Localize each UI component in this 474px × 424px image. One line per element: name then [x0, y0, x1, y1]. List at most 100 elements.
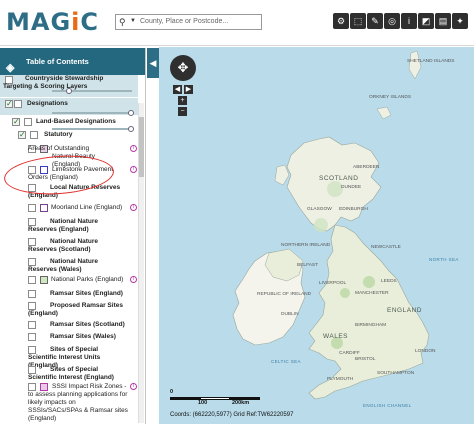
measure-tool-icon[interactable]: ✎: [367, 13, 383, 29]
layer-group-designations[interactable]: Designations: [27, 100, 68, 108]
layer-ramsar-wales[interactable]: Ramsar Sites (Wales): [28, 333, 128, 341]
map-label-republic-of-ireland: REPUBLIC OF IRELAND: [257, 292, 312, 297]
map-label-liverpool: LIVERPOOL: [319, 281, 347, 286]
map-label-shetland: SHETLAND ISLANDS: [407, 59, 455, 64]
toc-header: ◈ Table of Contents: [0, 48, 145, 75]
erase-tool-icon[interactable]: ◩: [418, 13, 434, 29]
layer-nnr-scotland[interactable]: National Nature Reserves (Scotland): [28, 238, 128, 254]
checkbox-land-based[interactable]: [12, 117, 20, 126]
print-tool-icon[interactable]: ▤: [435, 13, 451, 29]
scale-segment: [170, 397, 200, 400]
scale-bar: 0 100 200km: [170, 389, 262, 406]
map-label-plymouth: PLYMOUTH: [327, 377, 354, 382]
opacity-slider-designations[interactable]: [52, 112, 132, 114]
collapse-panel-button[interactable]: ◀: [147, 48, 159, 78]
layer-nnr-wales[interactable]: National Nature Reserves (Wales): [28, 258, 128, 274]
checkbox-designations-2[interactable]: [14, 100, 22, 108]
map-label-birmingham: BIRMINGHAM: [355, 323, 387, 328]
opacity-knob-land-based[interactable]: [128, 126, 134, 132]
info-tool-icon[interactable]: i: [401, 13, 417, 29]
map-label-edinburgh: EDINBURGH: [339, 207, 368, 212]
national-park-area: [340, 288, 350, 298]
checkbox-statutory[interactable]: [18, 130, 26, 139]
national-park-area: [363, 276, 375, 288]
map-label-dundee: DUNDEE: [341, 185, 362, 190]
opacity-slider-stewardship[interactable]: [52, 90, 132, 92]
map-label-celtic-sea: CELTIC SEA: [271, 359, 301, 364]
layer-ramsar-england[interactable]: Ramsar Sites (England): [28, 290, 128, 298]
pan-compass-icon[interactable]: ✥: [170, 55, 196, 81]
info-icon-limestone[interactable]: i: [130, 166, 137, 173]
layer-national-parks[interactable]: National Parks (England): [51, 276, 123, 284]
opacity-slider-land-based[interactable]: [52, 128, 132, 130]
scale-label-200: 200km: [232, 400, 250, 406]
checkbox-statutory-2[interactable]: [30, 131, 38, 139]
checkbox-national-parks[interactable]: [28, 276, 36, 284]
orkney-landmass: [376, 106, 392, 120]
coordinates-readout: Coords: (662220,5977) Grid Ref:TW6222059…: [170, 412, 294, 418]
location-search-input[interactable]: ⚲ ▼ County, Place or Postcode...: [115, 14, 262, 30]
map-label-belfast: BELFAST: [297, 263, 319, 268]
info-icon-national-parks[interactable]: i: [130, 276, 137, 283]
map-label-northern-ireland: NORTHERN IRELAND: [281, 243, 331, 248]
map-label-london: LONDON: [415, 349, 436, 354]
opacity-knob-designations[interactable]: [128, 110, 134, 116]
layer-ramsar-scotland[interactable]: Ramsar Sites (Scotland): [28, 321, 128, 329]
info-icon-aonb[interactable]: i: [130, 145, 137, 152]
checkbox-designations[interactable]: [5, 99, 13, 108]
more-tool-icon[interactable]: ✦: [452, 13, 468, 29]
next-extent-icon[interactable]: ▶: [184, 85, 193, 94]
magic-logo[interactable]: MAGiC: [6, 8, 99, 36]
zoom-in-button[interactable]: +: [178, 96, 187, 105]
top-bar: MAGiC ⚲ ▼ County, Place or Postcode... ⚙…: [0, 0, 474, 46]
table-of-contents-panel: ◈ Table of Contents Countryside Stewards…: [0, 48, 146, 424]
map-label-dublin: DUBLIN: [281, 312, 299, 317]
map-label-english-channel: ENGLISH CHANNEL: [363, 403, 412, 408]
search-dropdown-icon[interactable]: ▼: [130, 18, 136, 24]
layer-moorland[interactable]: Moorland Line (England): [51, 204, 122, 212]
legend-swatch-moorland: [40, 204, 48, 212]
map-canvas: [232, 50, 430, 400]
shetland-landmass: [408, 50, 422, 80]
map-label-wales: WALES: [323, 333, 349, 340]
layer-nnr-england[interactable]: National Nature Reserves (England): [28, 218, 128, 234]
scale-label-0: 0: [170, 389, 174, 395]
layer-proposed-ramsar[interactable]: Proposed Ramsar Sites (England): [28, 302, 128, 318]
map-label-aberdeen: ABERDEEN: [353, 165, 380, 170]
search-placeholder: County, Place or Postcode...: [140, 18, 229, 25]
opacity-knob-stewardship[interactable]: [66, 88, 72, 94]
zoom-out-button[interactable]: −: [178, 107, 187, 116]
map-label-glasgow: GLASGOW: [307, 207, 332, 212]
map-label-north-sea: NORTH SEA: [429, 257, 459, 262]
search-icon[interactable]: ⚲: [119, 17, 126, 28]
layer-group-land-based[interactable]: Land-Based Designations: [36, 118, 116, 126]
checkbox-moorland[interactable]: [28, 204, 36, 212]
info-icon-sssi-irz[interactable]: i: [130, 383, 137, 390]
scale-label-100: 100: [198, 400, 208, 406]
map-label-newcastle: NEWCASTLE: [371, 245, 401, 250]
map-label-cardiff: CARDIFF: [339, 351, 360, 356]
layers-tool-icon[interactable]: ⚙: [333, 13, 349, 29]
map-label-england: ENGLAND: [387, 307, 422, 314]
info-icon-moorland[interactable]: i: [130, 204, 137, 211]
map-label-bristol: BRISTOL: [355, 357, 376, 362]
map-view[interactable]: SHETLAND ISLANDS ORKNEY ISLANDS SCOTLAND…: [159, 47, 474, 424]
toc-scrollbar[interactable]: [138, 103, 144, 423]
layer-sssi-irz[interactable]: SSSI Impact Risk Zones - to assess plann…: [28, 383, 128, 423]
locate-tool-icon[interactable]: ◎: [384, 13, 400, 29]
toc-scrollbar-thumb[interactable]: [139, 117, 144, 177]
toc-title: Table of Contents: [26, 57, 89, 66]
select-tool-icon[interactable]: ⬚: [350, 13, 366, 29]
map-label-orkney: ORKNEY ISLANDS: [369, 95, 412, 100]
layer-group-statutory[interactable]: Statutory: [44, 131, 73, 139]
map-label-scotland: SCOTLAND: [319, 175, 359, 182]
map-label-leeds: LEEDS: [381, 279, 397, 284]
hebrides-landmass: [274, 164, 290, 186]
national-park-area: [314, 218, 328, 232]
map-label-southampton: SOUTHAMPTON: [377, 371, 415, 376]
layer-sssi-england[interactable]: Sites of Special Scientific Interest (En…: [28, 366, 128, 382]
checkbox-land-based-2[interactable]: [24, 118, 32, 126]
prev-extent-icon[interactable]: ◀: [173, 85, 182, 94]
map-label-manchester: MANCHESTER: [355, 291, 389, 296]
legend-swatch-national-parks: [40, 276, 48, 284]
